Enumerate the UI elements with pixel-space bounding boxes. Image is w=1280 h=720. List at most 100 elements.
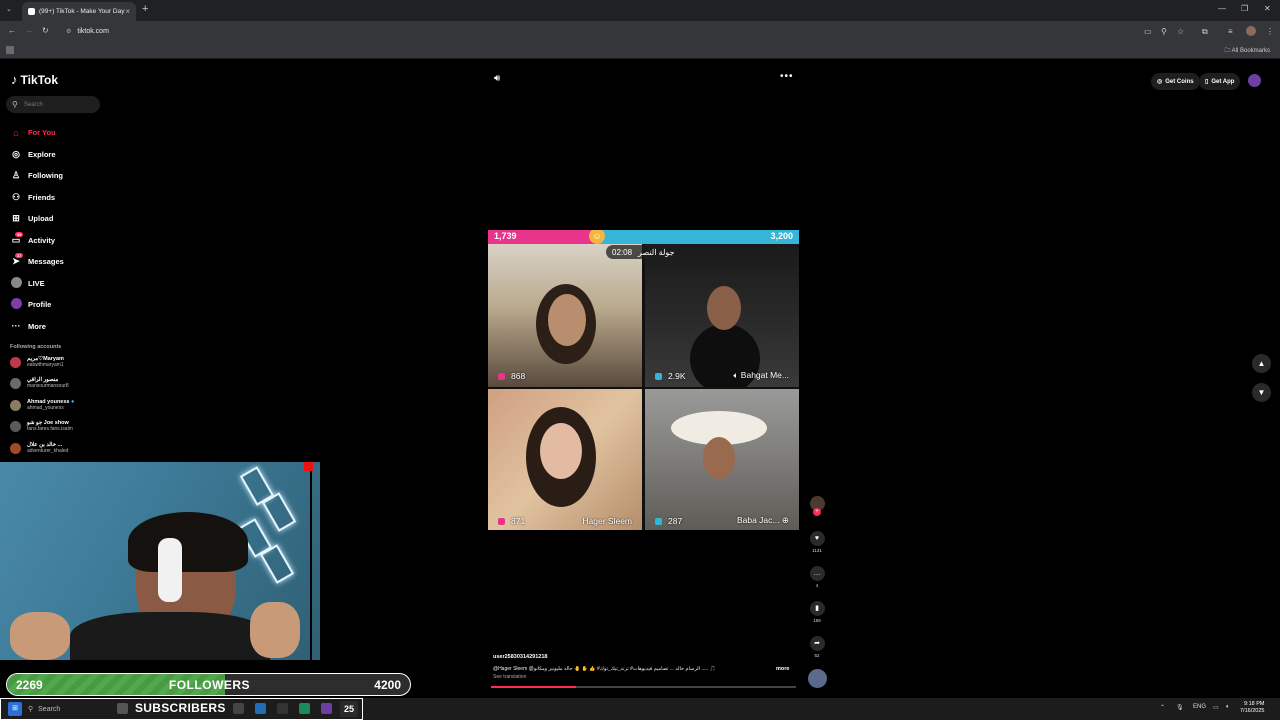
sidebar-item-more[interactable]: ··· More: [10, 316, 64, 338]
guest-face: [540, 423, 582, 479]
share-icon: ➦: [809, 636, 825, 651]
language-indicator[interactable]: ENG: [1193, 704, 1206, 710]
guest-tile[interactable]: 287 Baba Jac... ⊕: [645, 389, 799, 530]
get-coins-button[interactable]: ◎ Get Coins: [1151, 73, 1200, 90]
extensions-icon[interactable]: ⧉: [1202, 27, 1208, 37]
browser-tab[interactable]: (99+) TikTok - Make Your Day ×: [22, 2, 136, 21]
all-bookmarks-link[interactable]: 🗀 All Bookmarks: [1224, 46, 1270, 56]
minimize-icon[interactable]: —: [1218, 4, 1226, 13]
following-account[interactable]: جو شو Joe show fans.fares.fans.isalm: [10, 420, 73, 432]
volume-icon[interactable]: 🔈︎: [1226, 704, 1230, 711]
user-avatar[interactable]: [1248, 74, 1261, 87]
browser-menu-icon[interactable]: ⋮: [1266, 27, 1274, 36]
close-tab-icon[interactable]: ×: [125, 7, 130, 16]
tray-chevron-icon[interactable]: ⌃: [1160, 704, 1165, 711]
new-tab-button[interactable]: +: [142, 3, 148, 15]
guest-score: 2.9K: [655, 371, 686, 381]
microphone-icon[interactable]: 🎙︎: [1176, 704, 1184, 711]
bookmark-star-icon[interactable]: ☆: [1177, 27, 1184, 36]
sidebar-item-explore[interactable]: ◎ Explore: [10, 144, 64, 166]
sidebar-item-label: Profile: [28, 300, 52, 310]
sidebar-item-for-you[interactable]: ⌂ For You: [10, 122, 64, 144]
address-bar: ← → ↻ ⚙ tiktok.com ▭ ⚲ ☆ ⧉ ≡ ⋮: [0, 21, 1280, 42]
browser-profile-avatar[interactable]: [1246, 26, 1256, 36]
get-coins-label: Get Coins: [1165, 78, 1194, 85]
sidebar-item-messages[interactable]: ➤ 37 Messages: [10, 251, 64, 273]
url-text: tiktok.com: [77, 28, 109, 35]
sidebar-item-friends[interactable]: ⚇ Friends: [10, 187, 64, 209]
next-video-button[interactable]: ▼: [1252, 383, 1271, 402]
sidebar-item-profile[interactable]: Profile: [10, 294, 64, 316]
see-translation-link[interactable]: See translation: [493, 674, 793, 680]
caption-more-link[interactable]: more: [776, 666, 789, 672]
taskbar-clock[interactable]: 9:18 PM 7/16/2025: [1240, 701, 1264, 715]
like-count: 1131: [812, 548, 822, 553]
search-input[interactable]: ⚲ Search: [6, 96, 100, 113]
sidebar-item-upload[interactable]: ⊞ Upload: [10, 208, 64, 230]
maximize-icon[interactable]: ❐: [1241, 4, 1248, 13]
sound-disc[interactable]: [806, 669, 828, 688]
sound-icon[interactable]: 🔊︎: [494, 73, 500, 84]
creator-avatar[interactable]: +: [806, 496, 828, 516]
following-account[interactable]: مريم♡Maryam eatwithmaryam1: [10, 356, 64, 368]
get-app-button[interactable]: ▯ Get App: [1199, 73, 1241, 90]
live-video-player[interactable]: 1,739 3,200 ☺ 868 2.9K 🔈︎ Bahgat Me... 8…: [488, 230, 799, 530]
like-button[interactable]: ♥ 1131: [806, 531, 828, 553]
guest-name-text: Baba Jac...: [736, 515, 780, 525]
music-disc-icon: [808, 669, 827, 688]
comment-button[interactable]: … 4: [806, 566, 828, 588]
bookmarks-bar: 🗀 All Bookmarks: [0, 42, 1280, 59]
sidebar-item-label: Friends: [28, 192, 56, 202]
sidebar-item-activity[interactable]: ▭ 99 Activity: [10, 230, 64, 252]
sidebar-item-label: Messages: [28, 257, 64, 267]
sidebar-item-following[interactable]: ♙ Following: [10, 165, 64, 187]
add-guest-icon[interactable]: ⊕: [782, 515, 789, 525]
following-account[interactable]: منصور الراقي mansourmansour8: [10, 377, 69, 389]
recording-indicator: [304, 462, 313, 471]
network-icon[interactable]: ▭: [1213, 704, 1219, 711]
save-button[interactable]: ▮ 159: [806, 601, 828, 623]
guest-score: 868: [498, 371, 525, 381]
tab-search-icon[interactable]: ⌄: [6, 5, 12, 13]
heart-icon: ♥: [809, 531, 825, 546]
video-caption: user2583031429121​8 @Hager Sleem @الرسام…: [493, 654, 793, 680]
following-account[interactable]: خالد بن علال ... adventurer_khaled: [10, 442, 68, 454]
forward-icon[interactable]: →: [25, 26, 33, 35]
guest-tile[interactable]: 868: [488, 244, 642, 387]
reload-icon[interactable]: ↻: [42, 26, 49, 35]
apps-grid-icon[interactable]: [6, 46, 14, 54]
score-icon: [655, 372, 662, 380]
back-icon[interactable]: ←: [8, 26, 16, 35]
guest-tile[interactable]: 871 Hager Sleem: [488, 389, 642, 530]
guest-score-value: 287: [668, 516, 683, 526]
account-avatar: [10, 400, 21, 411]
pk-left-score: 1,739: [494, 231, 517, 241]
following-account[interactable]: Ahmad youness ● ahmad_youness: [10, 399, 74, 411]
score-icon: [498, 517, 505, 525]
guest-score-value: 868: [511, 371, 526, 381]
window-close-icon[interactable]: ✕: [1264, 4, 1271, 13]
comment-count: 4: [815, 583, 819, 588]
friends-icon: ⚇: [11, 191, 21, 202]
video-progress-bar[interactable]: [491, 686, 796, 688]
tiktok-logo[interactable]: ♪ TikTok: [11, 72, 58, 87]
follow-plus-icon[interactable]: +: [813, 508, 821, 516]
zoom-icon[interactable]: ⚲: [1161, 27, 1167, 36]
site-info-icon[interactable]: ⚙: [66, 28, 71, 35]
tab-search-menu-icon[interactable]: ≡: [1228, 27, 1233, 36]
compass-icon: ◎: [12, 148, 20, 159]
more-options-icon[interactable]: •••: [780, 71, 794, 82]
activity-badge: 99: [15, 231, 24, 237]
cast-icon[interactable]: ▭: [1144, 27, 1152, 36]
url-field[interactable]: ⚙ tiktok.com: [58, 24, 1138, 39]
guest-name: Baba Jac... ⊕: [737, 515, 789, 526]
pk-battle-bar: [488, 230, 799, 244]
sidebar-item-live[interactable]: LIVE: [10, 273, 64, 295]
sidebar-item-label: More: [28, 321, 46, 331]
share-button[interactable]: ➦ 52: [806, 636, 828, 658]
previous-video-button[interactable]: ▲: [1252, 354, 1271, 373]
guest-tile[interactable]: 2.9K 🔈︎ Bahgat Me...: [645, 244, 799, 387]
caption-username[interactable]: user2583031429121​8: [493, 654, 793, 660]
account-avatar: [10, 421, 21, 432]
get-app-label: Get App: [1211, 78, 1235, 85]
